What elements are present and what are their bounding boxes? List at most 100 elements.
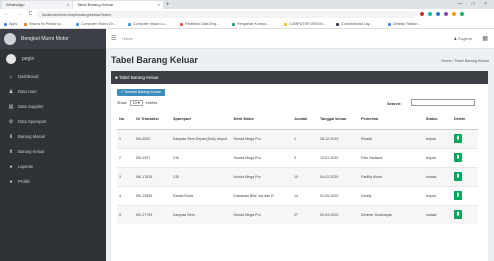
bookmark-icon [336,22,339,26]
bookmark-item[interactable]: How to fix Please w... [24,20,63,29]
entries-select[interactable]: 10 ▾ [129,100,143,106]
trash-icon[interactable]: ▮ [453,172,462,181]
bookmark-item[interactable]: COMPUTER VISION... [284,20,326,29]
user-name: pegin [22,56,35,62]
home-icon: ⌂ [9,73,13,80]
table-row: 2 BK-0307 CDI Honda Mega Pro 3 13-01-2020 Febi… [117,147,478,167]
column-header-merk-motor[interactable]: Merk Motor [231,109,293,130]
cell-date: 02-09-2020 [317,185,360,205]
bookmark-icon [76,22,79,26]
bookmark-item[interactable]: Computer Vision Lo... [128,20,168,29]
window-controls[interactable]: — □ × [457,0,491,9]
cell-trx: BK-0307 [134,147,172,167]
user-icon: ♟ [8,88,14,95]
bookmark-icon [388,22,391,26]
extension-icon[interactable] [460,12,464,16]
cell-delete: ▮ [451,166,478,186]
page-title: Tabel Barang Keluar [111,55,198,65]
download-icon: ⬇ [8,133,14,140]
extension-icon[interactable] [444,12,448,16]
bookmark-icon [284,22,287,26]
extension-icon[interactable] [452,12,456,16]
bookmark-icon [128,22,131,26]
sidebar-item-label: Laporan [18,164,34,169]
bookmarks-bar: Apps How to fix Please w... Computer Visio… [0,20,494,29]
brand[interactable]: Bengkel Murni Motor [0,29,106,49]
column-header-status[interactable]: Status [423,109,452,130]
sidebar-item-dashboard[interactable]: ⌂ Dashboard [0,69,106,84]
bookmark-item[interactable]: Apps [4,20,17,29]
table-body: 1 BK-0202 Kampas Rem Depan(Disk) Import Hon… [117,128,478,224]
cell-part: Rantai Roda [171,185,232,205]
cell-no: 2 [117,147,135,167]
cell-date: 13-01-2020 [317,147,360,167]
column-header-penerima[interactable]: Penerima [359,109,424,130]
trash-icon[interactable]: ▮ [453,210,462,220]
hamburger-icon[interactable]: ☰ [111,29,116,49]
barang-keluar-table: No ID Transaksi Sparepart Merk Motor Jum… [117,109,478,224]
bookmark-item[interactable]: Convolutional Lay... [336,20,372,29]
sidebar-item-profile[interactable]: ● Profile [0,174,106,189]
browser-tab-bar: WhatsApp × Tabel Barang Keluar × + — □ × [0,0,494,9]
extension-icon[interactable] [428,12,432,16]
user-menu[interactable]: ♟ Eugene [454,29,473,49]
cell-recv: Deddy [359,185,424,205]
browser-tab-2[interactable]: Tabel Barang Keluar × [73,1,163,9]
cell-recv: Rivaldi [359,128,424,148]
bookmark-item[interactable]: Computer Vision Ch... [76,20,116,29]
main-content: Tabel Barang Keluar Home / Tabel Barang … [106,49,494,261]
trash-icon[interactable]: ▮ [453,153,462,162]
extension-icon[interactable] [420,12,424,16]
home-link[interactable]: Home [122,29,133,49]
url-input[interactable]: localhost/inventory/barang/keluar/index [36,11,416,18]
sidebar-item-data-sparepart[interactable]: ⚙ Data Sparepart [0,114,106,129]
trash-icon[interactable]: ▮ [453,134,462,143]
brand-name: Bengkel Murni Motor [21,36,69,42]
sidebar-item-laporan[interactable]: ● Laporan [0,159,106,174]
sidebar-item-data-supplier[interactable]: ▤ Data Supplier [0,99,106,114]
extension-icon[interactable] [436,12,440,16]
sidebar-item-label: Data Supplier [18,104,44,109]
bookmark-label: Pengantar Kompu... [237,22,269,26]
bookmark-item[interactable]: Pelatihan Data Eng... [180,20,219,29]
tab-close-icon[interactable]: × [158,1,160,9]
bookmark-item[interactable]: Pengantar Kompu... [232,20,269,29]
search-label: Search: [387,101,402,106]
bookmark-label: How to fix Please w... [29,22,64,26]
sidebar-item-data-user[interactable]: ♟ Data User [0,84,106,99]
column-header-sparepart[interactable]: Sparepart [171,109,232,130]
cell-no: 4 [117,185,135,205]
cell-merk: Honda Mega Pro [231,128,293,148]
cell-part: Kampas Rem Depan(Disk) Import [171,128,232,148]
cell-date: 28-12-2019 [317,128,360,148]
grid-icon[interactable]: ▦ [482,29,488,49]
column-header-id-transaksi[interactable]: ID Transaksi [134,109,172,130]
cell-part: CDI [171,147,232,167]
column-header-jumlah[interactable]: Jumlah [292,109,318,130]
brand-logo [4,33,16,45]
cell-recv: Padilla Motor [359,166,424,186]
show-label: Show [117,101,127,105]
new-tab-icon[interactable]: + [166,1,170,9]
tab-close-icon[interactable]: × [67,1,69,9]
trash-icon[interactable]: ▮ [453,191,462,200]
browser-tab-1[interactable]: WhatsApp × [2,1,72,9]
bookmark-label: Pelatihan Data Eng... [185,22,219,26]
gear-icon: ⚙ [8,118,14,125]
add-barang-keluar-button[interactable]: + Tambah Barang Keluar [117,89,165,96]
bookmark-icon [180,22,183,26]
bookmark-item[interactable]: Deteksi Tekstur... [388,20,420,29]
sidebar-item-barang-masuk[interactable]: ⬇ Barang Masuk [0,129,106,144]
cell-status: terjual [423,147,452,167]
breadcrumb[interactable]: Home / Tabel Barang Keluar [441,59,489,63]
column-header-no[interactable]: No [117,109,135,130]
app: Bengkel Murni Motor pegin ⌂ Dashboard ♟ … [0,29,494,261]
sidebar: Bengkel Murni Motor pegin ⌂ Dashboard ♟ … [0,29,106,261]
column-header-tanggal[interactable]: Tanggal keluar [317,109,360,130]
column-header-delete[interactable]: Delete [451,109,478,130]
cell-no: 5 [117,204,135,224]
upload-icon: ⬆ [8,148,14,155]
search-input[interactable] [411,99,475,106]
cell-delete: ▮ [451,185,478,205]
sidebar-item-barang-keluar[interactable]: ⬆ Barang Keluar [0,144,106,159]
